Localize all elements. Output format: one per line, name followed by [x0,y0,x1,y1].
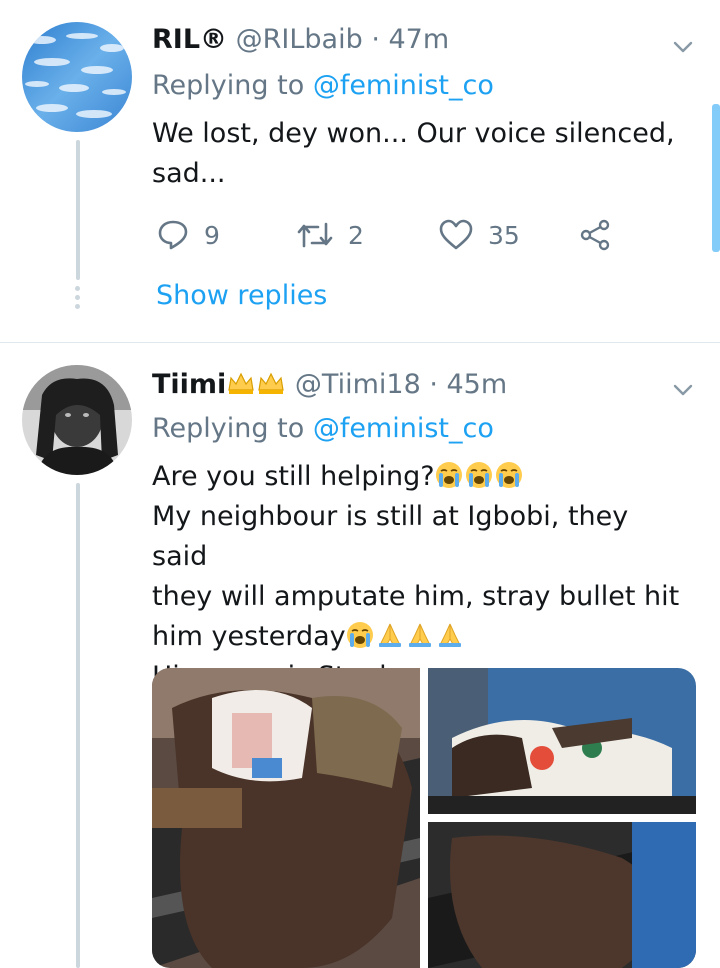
display-name[interactable]: RIL® [152,24,227,55]
chevron-down-icon[interactable] [672,36,694,58]
reply-count: 9 [204,220,220,250]
replying-to: Replying to @feminist_co [152,70,494,101]
tweet-text-line: My neighbour is still at Igbobi, they sa… [152,501,629,572]
like-button[interactable]: 35 [438,218,520,252]
share-button[interactable] [578,218,612,252]
retweet-count: 2 [348,220,364,250]
loudly-crying-face-emoji [435,461,463,489]
text-span: him yesterday [152,621,346,652]
replying-handle[interactable]: @feminist_co [313,70,494,101]
retweet-icon [297,222,333,248]
folded-hands-emoji [436,621,464,649]
tweet-text-line: We lost, dey won... Our voice silenced, [152,118,675,149]
replying-label: Replying to [152,70,305,101]
share-icon [580,219,610,251]
folded-hands-emoji [376,621,404,649]
photo-3[interactable] [428,822,696,968]
text-span: Are you still helping? [152,461,435,492]
scrollbar[interactable] [712,104,720,252]
display-name[interactable]: Tiimi [152,369,226,400]
tweet-text-line: they will amputate him, stray bullet hit [152,581,680,612]
show-replies-link[interactable]: Show replies [156,280,327,311]
thread-line [76,140,80,280]
user-handle[interactable]: @RILbaib [236,24,363,55]
tweet-header: RIL® @RILbaib · 47m [152,24,449,55]
replying-handle[interactable]: @feminist_co [313,413,494,444]
avatar[interactable] [22,22,132,132]
heart-icon [439,219,473,250]
avatar[interactable] [22,365,132,475]
tweet-ril[interactable]: RIL® @RILbaib · 47m Replying to @feminis… [0,0,720,340]
tweet-header: Tiimi @Tiimi18 · 45m [152,369,507,400]
crown-icon [226,370,256,396]
tweet-text-line: sad... [152,158,226,189]
reply-button[interactable]: 9 [156,218,220,252]
thread-line [76,483,80,968]
replying-label: Replying to [152,413,305,444]
user-handle[interactable]: @Tiimi18 [295,369,421,400]
tweet-text-line: Are you still helping? [152,457,680,497]
folded-hands-emoji [406,621,434,649]
media-grid[interactable] [152,668,696,968]
thread-dots [75,286,81,313]
photo-1[interactable] [152,668,420,968]
photo-2[interactable] [428,668,696,814]
loudly-crying-face-emoji [465,461,493,489]
tweet-text: Are you still helping? My neighbour is s… [152,457,680,697]
timestamp[interactable]: · 47m [371,24,449,55]
reply-icon [158,220,188,250]
replying-to: Replying to @feminist_co [152,413,494,444]
tweet-text-line: him yesterday [152,617,680,657]
tweet-tiimi[interactable]: Tiimi @Tiimi18 · 45m Replying to @femini… [0,343,720,968]
tweet-text: We lost, dey won... Our voice silenced, … [152,114,680,194]
crown-icon [256,370,286,396]
loudly-crying-face-emoji [495,461,523,489]
retweet-button[interactable]: 2 [296,218,364,252]
loudly-crying-face-emoji [346,621,374,649]
chevron-down-icon[interactable] [672,379,694,401]
timestamp[interactable]: · 45m [429,369,507,400]
like-count: 35 [488,220,520,250]
